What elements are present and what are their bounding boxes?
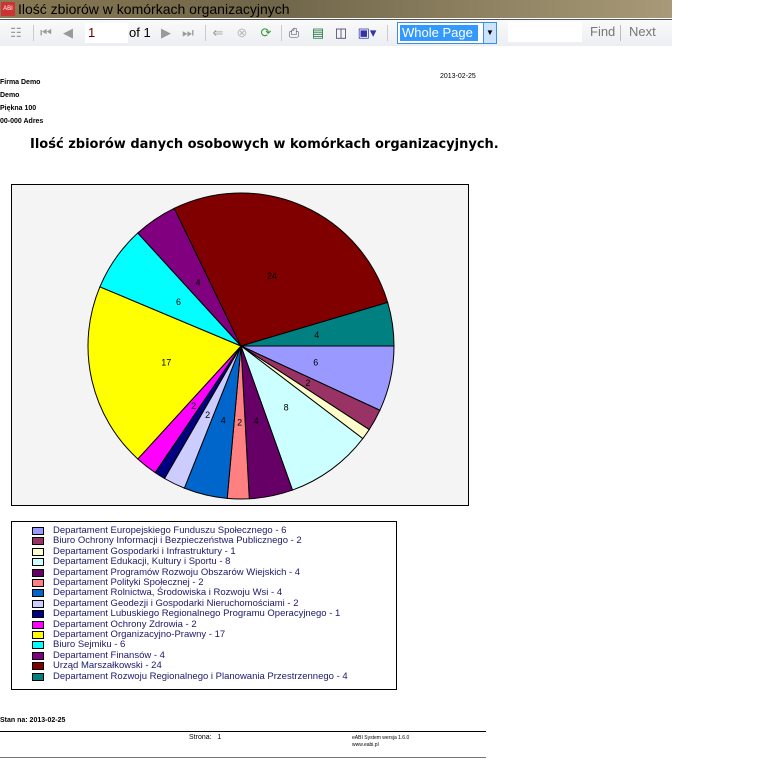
legend-swatch — [32, 651, 44, 660]
separator — [205, 25, 206, 41]
legend-swatch — [32, 527, 44, 535]
page-number-input[interactable]: 1 — [85, 23, 128, 43]
slice-data-label: 4 — [196, 278, 201, 288]
slice-data-label: 4 — [314, 330, 319, 340]
of-label: of — [129, 25, 140, 40]
company-name: Firma Demo — [0, 79, 41, 86]
find-link[interactable]: Find — [590, 24, 615, 39]
chevron-down-icon[interactable]: ▼ — [483, 23, 496, 43]
slice-data-label: 2 — [205, 410, 210, 420]
slice-data-label: 2 — [191, 401, 196, 411]
page-label-text: Strona: — [189, 734, 212, 741]
legend-swatch — [32, 547, 44, 556]
legend-swatch — [32, 641, 44, 650]
legend-swatch — [32, 631, 44, 639]
separator — [620, 25, 621, 41]
zoom-select[interactable]: Whole Page ▼ — [397, 22, 497, 44]
legend-swatch — [32, 620, 44, 629]
legend-swatch — [32, 610, 44, 619]
zoom-value: Whole Page — [400, 25, 478, 41]
report-title: Ilość zbiorów danych osobowych w komórka… — [30, 137, 499, 152]
slice-data-label: 8 — [284, 403, 289, 413]
legend-swatch — [32, 672, 44, 681]
company-line-2: Demo — [0, 92, 20, 99]
next-page-icon[interactable]: ▶ — [159, 24, 173, 42]
separator — [281, 25, 282, 41]
company-address: 00-000 Adres — [0, 118, 44, 125]
system-website: www.eabi.pl — [352, 742, 379, 748]
back-icon[interactable]: ⇐ — [211, 24, 225, 42]
page-bottom-divider — [0, 757, 486, 758]
legend-swatch — [32, 558, 44, 567]
page-count: of 1 — [129, 23, 151, 43]
app-icon: ABI — [1, 2, 15, 16]
pie-chart-frame: 6 2 8 4 2 4 2 2 17 6 4 24 4 — [11, 184, 469, 506]
footer-divider — [0, 731, 486, 732]
page-setup-icon[interactable]: ◫ — [332, 24, 350, 42]
next-link[interactable]: Next — [629, 24, 656, 39]
prev-page-icon[interactable]: ◀ — [60, 24, 76, 42]
refresh-icon[interactable]: ⟳ — [258, 24, 274, 42]
page-layout-icon[interactable]: ▤ — [310, 24, 326, 42]
report-toolbar: ☷ ⏮ ◀ 1 of 1 ▶ ⏭ ⇐ ⊗ ⟳ ⎙ ▤ ◫ ▣▾ Whole Pa… — [0, 19, 672, 46]
legend-label: Departament Rolnictwa, Środowiska i Rozw… — [53, 587, 283, 599]
slice-data-label: 17 — [161, 357, 171, 367]
separator — [387, 25, 388, 41]
slice-data-label: 4 — [221, 415, 226, 425]
legend-label: Departament Edukacji, Kultury i Sportu -… — [53, 556, 231, 568]
separator — [33, 25, 34, 41]
legend-label: Biuro Ochrony Informacji i Bezpieczeństw… — [53, 535, 302, 547]
last-page-icon[interactable]: ⏭ — [180, 24, 196, 42]
legend-swatch — [32, 537, 44, 546]
legend-label: Departament Rozwoju Regionalnego i Plano… — [53, 670, 348, 682]
window-title: Ilość zbiorów w komórkach organizacyjnyc… — [18, 1, 290, 17]
slice-data-label: 2 — [305, 378, 310, 388]
slice-data-label: 24 — [267, 271, 277, 281]
document-map-icon[interactable]: ☷ — [6, 24, 26, 42]
stop-icon[interactable]: ⊗ — [234, 24, 250, 42]
legend-swatch — [32, 599, 44, 608]
legend-label: Departament Lubuskiego Regionalnego Prog… — [53, 608, 341, 620]
system-version: eABI System wersja 1.6.0 — [352, 735, 410, 741]
slice-data-label: 4 — [254, 416, 259, 426]
legend-swatch — [32, 662, 44, 671]
total-pages: 1 — [143, 25, 151, 40]
slice-data-label: 2 — [237, 417, 242, 427]
legend-swatch — [32, 579, 44, 587]
legend-label: Urząd Marszałkowski - 24 — [53, 660, 162, 672]
pie-chart: 628424221764244 — [87, 192, 395, 500]
print-icon[interactable]: ⎙ — [286, 24, 302, 42]
page-label: Strona: 1 — [189, 734, 221, 741]
legend-swatch — [32, 568, 44, 577]
report-date: 2013-02-25 — [440, 73, 476, 80]
chart-legend: Departament Europejskiego Funduszu Społe… — [11, 521, 397, 690]
page-number: 1 — [217, 734, 222, 741]
status-date: Stan na: 2013-02-25 — [0, 717, 66, 724]
slice-data-label: 6 — [176, 297, 181, 307]
find-input[interactable] — [508, 22, 582, 42]
slice-data-label: 6 — [313, 357, 318, 367]
title-bar: ABI Ilość zbiorów w komórkach organizacy… — [0, 0, 672, 18]
save-icon[interactable]: ▣▾ — [356, 24, 378, 42]
company-street: Piękna 100 — [0, 105, 37, 112]
legend-label: Biuro Sejmiku - 6 — [53, 639, 126, 651]
first-page-icon[interactable]: ⏮ — [38, 24, 54, 42]
legend-swatch — [32, 589, 44, 598]
